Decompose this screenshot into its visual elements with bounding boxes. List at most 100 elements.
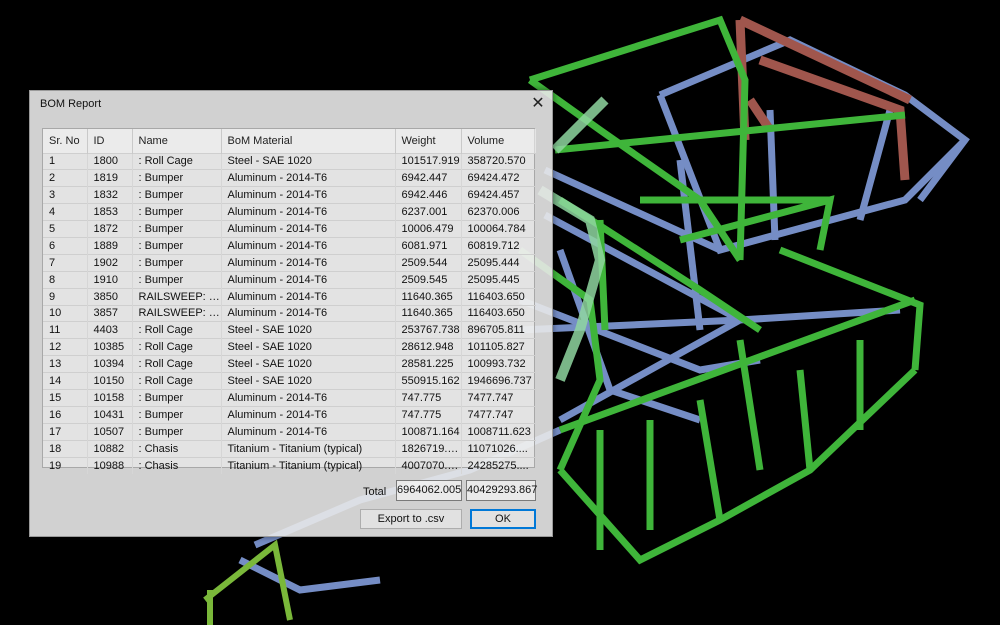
- table-cell: Aluminum - 2014-T6: [221, 270, 396, 289]
- table-cell: : Bumper: [132, 220, 222, 238]
- table-cell: 6942.446: [395, 186, 462, 204]
- table-row[interactable]: 3 1832: Bumper Aluminum - 2014-T6 6942.446 6…: [43, 186, 536, 204]
- bom-report-dialog: BOM Report ✕ Sr. No ID Name BoM Material Wei…: [29, 90, 553, 537]
- table-cell: 10150: [87, 372, 133, 390]
- table-cell: : Roll Cage: [132, 372, 222, 390]
- table-cell: Aluminum - 2014-T6: [221, 405, 396, 424]
- column-header[interactable]: ID: [87, 129, 133, 153]
- table-cell: 1008711.623: [461, 422, 536, 441]
- column-header[interactable]: BoM Material: [221, 129, 396, 153]
- table-cell: Aluminum - 2014-T6: [221, 253, 396, 272]
- table-cell: 10507: [87, 422, 133, 441]
- table-cell: RAILSWEEP: B...: [132, 304, 222, 322]
- chassis-frame-red: [735, 15, 912, 181]
- table-cell: 28612.948: [395, 338, 462, 356]
- table-cell: 1: [43, 152, 88, 170]
- total-volume-field: 40429293.867: [466, 480, 537, 501]
- table-cell: 11640.365: [395, 287, 462, 306]
- table-cell: 17: [43, 422, 88, 441]
- table-cell: 10158: [87, 388, 133, 407]
- table-cell: 2509.544: [395, 253, 462, 272]
- table-row[interactable]: 19 10988: Chasis Titanium - Titanium (typi…: [43, 456, 536, 474]
- table-cell: : Bumper: [132, 422, 222, 441]
- table-cell: 18: [43, 439, 88, 458]
- table-cell: : Bumper: [132, 405, 222, 424]
- export-csv-button[interactable]: Export to .csv: [360, 509, 462, 529]
- table-cell: 100993.732: [461, 355, 536, 373]
- table-cell: 1819: [87, 169, 133, 187]
- table-cell: 24285275....: [461, 456, 536, 474]
- table-cell: 2509.545: [395, 270, 462, 289]
- table-cell: 1872: [87, 220, 133, 238]
- table-cell: : Chasis: [132, 456, 222, 474]
- total-weight-field: 6964062.005: [396, 480, 462, 501]
- table-cell: 1902: [87, 253, 133, 272]
- table-cell: 1910: [87, 270, 133, 289]
- table-row[interactable]: 8 1910: Bumper Aluminum - 2014-T6 2509.545 2…: [43, 270, 536, 289]
- column-header[interactable]: Weight: [395, 129, 462, 153]
- table-cell: Titanium - Titanium (typical): [221, 439, 396, 458]
- table-row[interactable]: 5 1872: Bumper Aluminum - 2014-T6 10006.479…: [43, 220, 536, 238]
- table-row[interactable]: 13 10394: Roll Cage Steel - SAE 1020 28581.…: [43, 355, 536, 373]
- table-cell: : Roll Cage: [132, 152, 222, 170]
- table-cell: : Bumper: [132, 388, 222, 407]
- table-cell: 6081.971: [395, 236, 462, 255]
- table-cell: 1889: [87, 236, 133, 255]
- column-header[interactable]: Sr. No: [43, 129, 88, 153]
- column-header[interactable]: Name: [132, 129, 222, 153]
- table-row[interactable]: 10 3857 RAILSWEEP: B... Aluminum - 2014-T6 1…: [43, 304, 536, 322]
- table-cell: : Bumper: [132, 186, 222, 204]
- table-cell: Steel - SAE 1020: [221, 152, 396, 170]
- header-row: Sr. No ID Name BoM Material Weight Volume: [43, 129, 536, 153]
- table-cell: 5: [43, 220, 88, 238]
- table-row[interactable]: 6 1889: Bumper Aluminum - 2014-T6 6081.971 6…: [43, 236, 536, 255]
- table-cell: : Roll Cage: [132, 338, 222, 356]
- table-row[interactable]: 12 10385: Roll Cage Steel - SAE 1020 28612.…: [43, 338, 536, 356]
- table-cell: 1826719.455: [395, 439, 462, 458]
- table-row[interactable]: 15 10158: Bumper Aluminum - 2014-T6 747.775…: [43, 388, 536, 407]
- bom-table-container[interactable]: Sr. No ID Name BoM Material Weight Volume 1 18…: [42, 128, 536, 474]
- table-row[interactable]: 2 1819: Bumper Aluminum - 2014-T6 6942.447 6…: [43, 169, 536, 187]
- bottom-frame-green: [203, 539, 293, 625]
- ok-button[interactable]: OK: [470, 509, 536, 529]
- table-row[interactable]: 18 10882: Chasis Titanium - Titanium (typi…: [43, 439, 536, 458]
- table-cell: 6: [43, 236, 88, 255]
- table-cell: Steel - SAE 1020: [221, 321, 396, 339]
- table-row[interactable]: 9 3850 RAILSWEEP: B... Aluminum - 2014-T6 11…: [43, 287, 536, 306]
- table-cell: 1946696.737: [461, 372, 536, 390]
- table-cell: 550915.162: [395, 372, 462, 390]
- close-icon[interactable]: ✕: [528, 94, 548, 114]
- table-cell: 253767.738: [395, 321, 462, 339]
- table-cell: 25095.445: [461, 270, 536, 289]
- table-cell: 100871.164: [395, 422, 462, 441]
- table-row[interactable]: 11 4403: Roll Cage Steel - SAE 1020 253767.…: [43, 321, 536, 339]
- table-cell: 19: [43, 456, 88, 474]
- table-cell: 4: [43, 203, 88, 221]
- table-cell: 3850: [87, 287, 133, 306]
- table-cell: 10006.479: [395, 220, 462, 238]
- table-cell: 13: [43, 355, 88, 373]
- table-cell: 15: [43, 388, 88, 407]
- total-label: Total: [363, 486, 387, 498]
- table-row[interactable]: 4 1853: Bumper Aluminum - 2014-T6 6237.001 6…: [43, 203, 536, 221]
- table-cell: 3857: [87, 304, 133, 322]
- table-cell: RAILSWEEP: B...: [132, 287, 222, 306]
- dialog-titlebar[interactable]: BOM Report ✕: [30, 91, 552, 117]
- table-row[interactable]: 16 10431: Bumper Aluminum - 2014-T6 747.775…: [43, 405, 536, 424]
- table-cell: Aluminum - 2014-T6: [221, 220, 396, 238]
- table-cell: 10385: [87, 338, 133, 356]
- table-row[interactable]: 14 10150: Roll Cage Steel - SAE 1020 550915…: [43, 372, 536, 390]
- table-cell: 101105.827: [461, 338, 536, 356]
- table-cell: 69424.472: [461, 169, 536, 187]
- table-cell: 747.775: [395, 405, 462, 424]
- column-header[interactable]: Volume: [461, 129, 536, 153]
- table-cell: Titanium - Titanium (typical): [221, 456, 396, 474]
- table-cell: Aluminum - 2014-T6: [221, 203, 396, 221]
- table-row[interactable]: 1 1800: Roll Cage Steel - SAE 1020 101517.9…: [43, 152, 536, 170]
- table-cell: 10988: [87, 456, 133, 474]
- table-cell: : Bumper: [132, 270, 222, 289]
- table-cell: Aluminum - 2014-T6: [221, 169, 396, 187]
- table-row[interactable]: 7 1902: Bumper Aluminum - 2014-T6 2509.544 2…: [43, 253, 536, 272]
- table-cell: 1832: [87, 186, 133, 204]
- table-row[interactable]: 17 10507: Bumper Aluminum - 2014-T6 100871.…: [43, 422, 536, 441]
